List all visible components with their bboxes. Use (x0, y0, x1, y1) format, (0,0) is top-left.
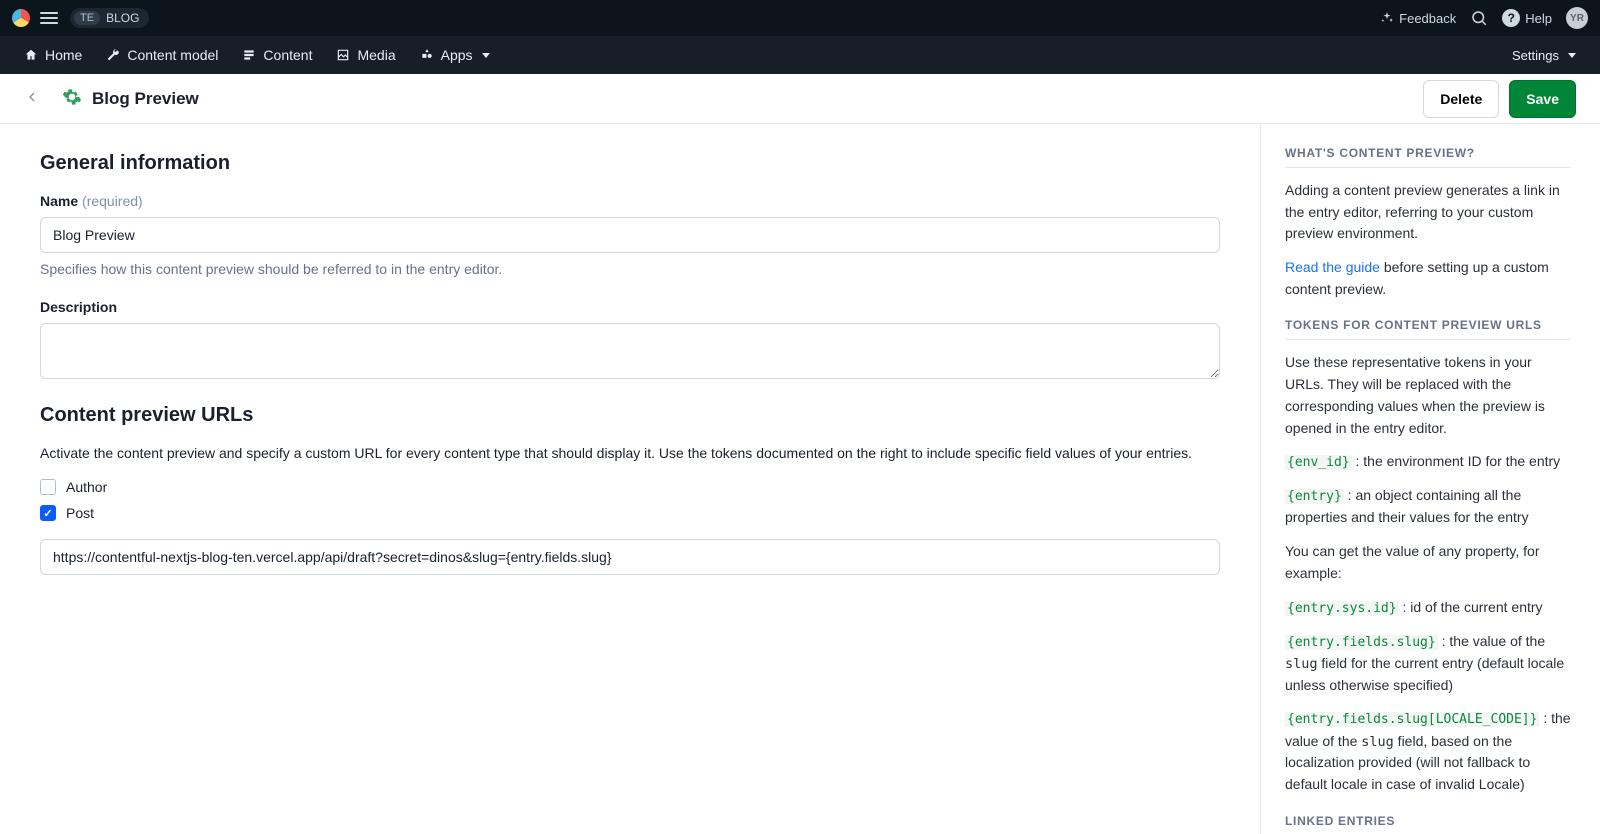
post-checkbox-label: Post (66, 505, 94, 521)
media-icon (336, 48, 350, 62)
main-nav: Home Content model Content Media Apps Se… (0, 36, 1600, 74)
org-badge: TE (74, 11, 100, 25)
top-bar: TE BLOG Feedback ? Help YR (0, 0, 1600, 36)
post-url-input[interactable] (40, 539, 1220, 575)
help-sidebar: WHAT'S CONTENT PREVIEW? Adding a content… (1260, 124, 1595, 834)
arrow-left-icon (24, 89, 40, 105)
wrench-icon (106, 48, 120, 62)
sidebar-heading-what: WHAT'S CONTENT PREVIEW? (1285, 146, 1571, 168)
delete-button[interactable]: Delete (1423, 80, 1499, 118)
read-guide-link[interactable]: Read the guide (1285, 259, 1380, 275)
page-title: Blog Preview (92, 89, 199, 109)
help-icon: ? (1502, 9, 1520, 27)
author-checkbox[interactable] (40, 479, 56, 495)
token-entry-slug: {entry.fields.slug} : the value of the s… (1285, 631, 1571, 697)
name-hint: Specifies how this content preview shoul… (40, 261, 1220, 277)
name-input[interactable] (40, 217, 1220, 253)
sidebar-heading-linked: LINKED ENTRIES (1285, 814, 1571, 834)
save-button[interactable]: Save (1509, 80, 1576, 118)
nav-media[interactable]: Media (324, 36, 407, 74)
main-content: General information Name (required) Spec… (0, 124, 1260, 834)
nav-content-label: Content (263, 47, 312, 63)
chevron-down-icon (1568, 53, 1576, 58)
sidebar-heading-tokens: TOKENS FOR CONTENT PREVIEW URLS (1285, 318, 1571, 340)
help-link[interactable]: ? Help (1502, 9, 1552, 27)
author-checkbox-label: Author (66, 479, 107, 495)
help-label: Help (1525, 11, 1552, 26)
feedback-label: Feedback (1399, 11, 1456, 26)
nav-content-model-label: Content model (127, 47, 218, 63)
nav-settings[interactable]: Settings (1500, 36, 1588, 74)
sidebar-tokens-intro: Use these representative tokens in your … (1285, 352, 1571, 439)
sidebar-guide: Read the guide before setting up a custo… (1285, 257, 1571, 300)
gear-icon (62, 87, 82, 110)
menu-icon[interactable] (40, 11, 58, 25)
nav-apps[interactable]: Apps (408, 36, 502, 74)
description-label: Description (40, 299, 1220, 315)
search-icon[interactable] (1470, 9, 1488, 27)
nav-settings-label: Settings (1512, 48, 1559, 63)
token-entry-id: {entry.sys.id} : id of the current entry (1285, 597, 1571, 619)
space-switcher[interactable]: TE BLOG (70, 8, 149, 28)
sidebar-intro: Adding a content preview generates a lin… (1285, 180, 1571, 245)
chevron-down-icon (482, 53, 490, 58)
entry-icon (242, 48, 256, 62)
token-entry: {entry} : an object containing all the p… (1285, 485, 1571, 529)
home-icon (24, 48, 38, 62)
sparkle-icon (1380, 11, 1394, 25)
nav-content-model[interactable]: Content model (94, 36, 230, 74)
sidebar-any-property: You can get the value of any property, f… (1285, 541, 1571, 584)
feedback-link[interactable]: Feedback (1380, 11, 1456, 26)
description-input[interactable] (40, 323, 1220, 379)
back-button[interactable] (24, 89, 40, 108)
nav-home-label: Home (45, 47, 82, 63)
nav-home[interactable]: Home (12, 36, 94, 74)
urls-hint: Activate the content preview and specify… (40, 445, 1220, 461)
nav-apps-label: Apps (441, 47, 473, 63)
apps-icon (420, 48, 434, 62)
space-name: BLOG (106, 11, 139, 25)
token-env: {env_id} : the environment ID for the en… (1285, 451, 1571, 473)
user-avatar[interactable]: YR (1566, 7, 1588, 29)
page-header: Blog Preview Delete Save (0, 74, 1600, 124)
name-label: Name (required) (40, 193, 1220, 209)
token-entry-slug-locale: {entry.fields.slug[LOCALE_CODE]} : the v… (1285, 708, 1571, 795)
contentful-logo[interactable] (12, 9, 30, 27)
nav-content[interactable]: Content (230, 36, 324, 74)
nav-media-label: Media (357, 47, 395, 63)
post-checkbox[interactable] (40, 505, 56, 521)
general-info-heading: General information (40, 152, 1220, 175)
urls-heading: Content preview URLs (40, 404, 1220, 427)
